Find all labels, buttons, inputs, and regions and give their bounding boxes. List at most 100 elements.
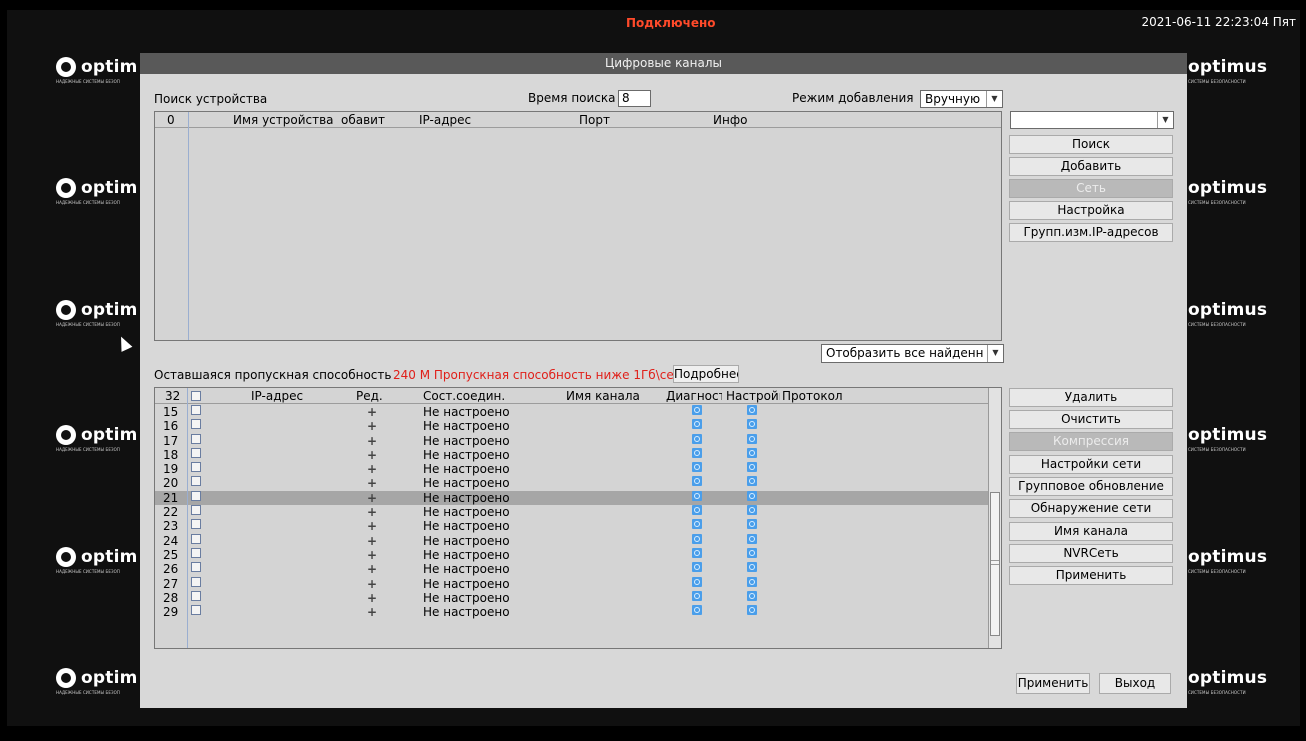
gear-icon[interactable] [747,547,757,558]
table-row[interactable]: 27 + Не настроено [155,576,988,591]
column-header-connection-state[interactable]: Сост.соедин. [423,388,515,404]
add-button[interactable]: Добавить [1009,157,1173,176]
column-header-protocol[interactable]: Протокол [782,388,842,404]
table-row[interactable]: 23 + Не настроено [155,519,988,533]
row-checkbox[interactable] [191,576,201,587]
exit-button[interactable]: Выход [1099,673,1171,694]
row-checkbox[interactable] [191,605,201,616]
network-settings-button[interactable]: Настройки сети [1009,455,1173,474]
diagnostics-icon[interactable] [692,605,702,616]
search-button[interactable]: Поиск [1009,135,1173,154]
table-row[interactable]: 28 + Не настроено [155,590,988,605]
delete-button[interactable]: Удалить [1009,388,1173,407]
gear-icon[interactable] [747,533,757,544]
diagnostics-icon[interactable] [692,419,702,430]
batch-update-button[interactable]: Групповое обновление [1009,477,1173,496]
gear-icon[interactable] [747,447,757,458]
edit-plus-icon[interactable]: + [367,548,377,562]
gear-icon[interactable] [747,476,757,487]
table-row[interactable]: 29 + Не настроено [155,605,988,619]
channels-scrollbar[interactable] [988,388,1001,648]
edit-plus-icon[interactable]: + [367,591,377,605]
diagnostics-icon[interactable] [692,405,702,415]
row-checkbox[interactable] [191,562,201,573]
gear-icon[interactable] [747,562,757,573]
network-button[interactable]: Сеть [1009,179,1173,198]
column-header-diagnostics[interactable]: Диагност [666,388,722,404]
table-row[interactable]: 26 + Не настроено [155,562,988,576]
column-header-info[interactable]: Инфо [713,112,753,128]
column-header-device-name[interactable]: Имя устройства [233,112,333,128]
column-header-channel-name[interactable]: Имя канала [566,388,646,404]
gear-icon[interactable] [747,576,757,587]
table-row[interactable]: 25 + Не настроено [155,547,988,562]
row-checkbox[interactable] [191,533,201,544]
edit-plus-icon[interactable]: + [367,577,377,591]
table-row[interactable]: 20 + Не настроено [155,476,988,490]
bandwidth-details-button[interactable]: Подробнее [673,365,739,383]
edit-plus-icon[interactable]: + [367,462,377,476]
column-header-ip[interactable]: IP-адрес [419,112,499,128]
edit-plus-icon[interactable]: + [367,562,377,576]
row-checkbox[interactable] [191,547,201,558]
row-checkbox[interactable] [191,405,201,415]
row-checkbox[interactable] [191,462,201,473]
edit-plus-icon[interactable]: + [367,491,377,505]
edit-plus-icon[interactable]: + [367,476,377,490]
network-discovery-button[interactable]: Обнаружение сети [1009,499,1173,518]
edit-plus-icon[interactable]: + [367,534,377,548]
table-row[interactable]: 15 + Не настроено [155,405,988,419]
search-time-input[interactable]: 8 [618,90,651,107]
column-header-ip[interactable]: IP-адрес [251,388,321,404]
clear-button[interactable]: Очистить [1009,410,1173,429]
row-checkbox[interactable] [191,505,201,516]
table-row[interactable]: 16 + Не настроено [155,419,988,433]
row-checkbox[interactable] [191,433,201,444]
table-row[interactable]: 24 + Не настроено [155,533,988,548]
diagnostics-icon[interactable] [692,590,702,601]
edit-plus-icon[interactable]: + [367,405,377,419]
column-header-edit[interactable]: Ред. [356,388,390,404]
gear-icon[interactable] [747,490,757,501]
edit-plus-icon[interactable]: + [367,448,377,462]
diagnostics-icon[interactable] [692,433,702,444]
compression-button[interactable]: Компрессия [1009,432,1173,451]
column-header-added[interactable]: обавит [341,112,385,128]
column-header-settings[interactable]: Настройк [726,388,780,404]
settings-button[interactable]: Настройка [1009,201,1173,220]
table-row-selected[interactable]: 21 + Не настроено [155,490,988,506]
gear-icon[interactable] [747,433,757,444]
diagnostics-icon[interactable] [692,462,702,473]
diagnostics-icon[interactable] [692,533,702,544]
gear-icon[interactable] [747,462,757,473]
table-row[interactable]: 18 + Не настроено [155,447,988,462]
batch-ip-change-button[interactable]: Групп.изм.IP-адресов [1009,223,1173,242]
channel-apply-button[interactable]: Применить [1009,566,1173,585]
found-filter-select[interactable]: Отобразить все найденн ▼ [821,344,1004,363]
row-checkbox[interactable] [191,447,201,458]
diagnostics-icon[interactable] [692,476,702,487]
row-checkbox[interactable] [191,476,201,487]
diagnostics-icon[interactable] [692,519,702,530]
apply-button[interactable]: Применить [1016,673,1090,694]
diagnostics-icon[interactable] [692,447,702,458]
gear-icon[interactable] [747,519,757,530]
edit-plus-icon[interactable]: + [367,505,377,519]
gear-icon[interactable] [747,419,757,430]
nvr-network-button[interactable]: NVRСеть [1009,544,1173,563]
diagnostics-icon[interactable] [692,576,702,587]
column-header-port[interactable]: Порт [579,112,619,128]
table-row[interactable]: 22 + Не настроено [155,505,988,519]
add-mode-select[interactable]: Вручную ▼ [920,90,1003,108]
diagnostics-icon[interactable] [692,547,702,558]
channel-name-button[interactable]: Имя канала [1009,522,1173,541]
edit-plus-icon[interactable]: + [367,419,377,433]
gear-icon[interactable] [747,605,757,616]
row-checkbox[interactable] [191,419,201,430]
table-row[interactable]: 17 + Не настроено [155,433,988,448]
device-type-select[interactable]: ▼ [1010,111,1174,129]
diagnostics-icon[interactable] [692,505,702,516]
diagnostics-icon[interactable] [692,562,702,573]
diagnostics-icon[interactable] [692,490,702,501]
gear-icon[interactable] [747,505,757,516]
